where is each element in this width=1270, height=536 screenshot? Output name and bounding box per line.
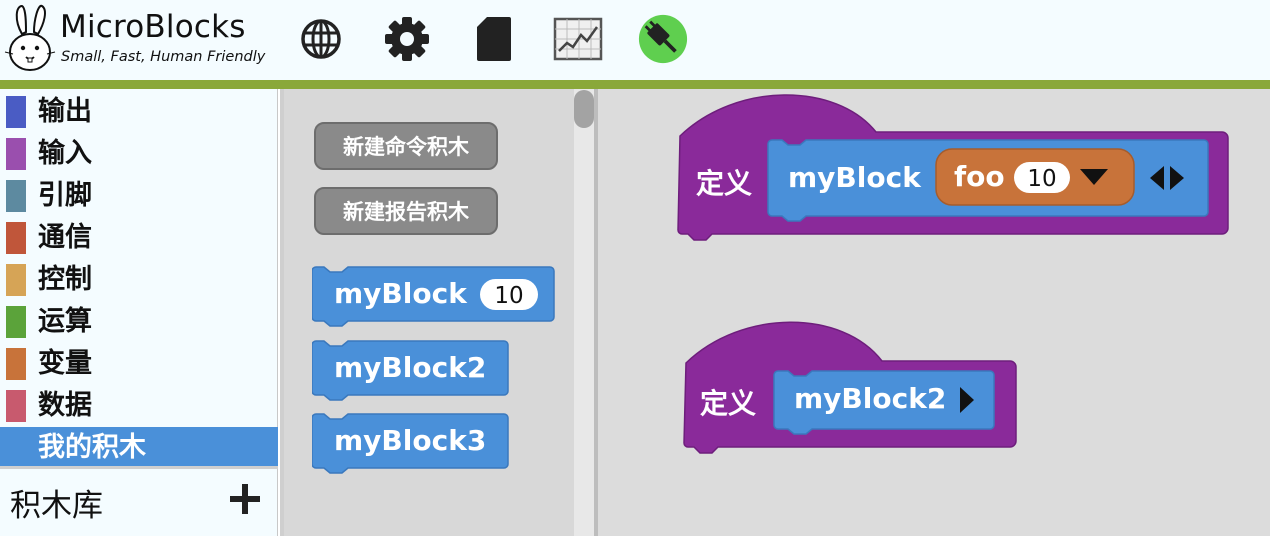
category-label: 运算 xyxy=(38,306,92,337)
block-label: myBlock3 xyxy=(334,424,486,457)
globe-icon xyxy=(301,19,341,59)
category-color-swatch xyxy=(6,390,26,422)
category-color-swatch xyxy=(6,264,26,296)
palette-block-myblock[interactable]: myBlock 10 xyxy=(312,265,562,329)
category-color-swatch xyxy=(6,348,26,380)
library-divider xyxy=(0,466,278,469)
category-label: 变量 xyxy=(38,348,92,379)
arg-value: 10 xyxy=(494,283,523,309)
graph-button[interactable] xyxy=(553,13,603,65)
usb-connected-icon xyxy=(638,14,688,64)
category-color-swatch xyxy=(6,432,26,464)
define-keyword: 定义 xyxy=(696,167,752,200)
library-label: 积木库 xyxy=(10,488,103,524)
block-label: myBlock xyxy=(334,277,468,310)
prototype-block[interactable]: myBlock foo 10 xyxy=(767,139,1209,222)
block-name: myBlock xyxy=(788,161,922,194)
define-keyword: 定义 xyxy=(700,387,756,420)
category-label: 输入 xyxy=(38,138,92,169)
new-reporter-block-button[interactable]: 新建报告积木 xyxy=(314,187,498,235)
parameter-default-value: 10 xyxy=(1027,166,1056,192)
category-label: 控制 xyxy=(38,264,92,295)
category-pins[interactable]: 引脚 xyxy=(0,175,278,214)
palette-scrollbar-track[interactable] xyxy=(574,89,594,536)
category-operators[interactable]: 运算 xyxy=(0,301,278,340)
palette-scrollbar-thumb[interactable] xyxy=(574,90,594,128)
connect-button[interactable] xyxy=(638,13,688,65)
block-name: myBlock2 xyxy=(794,382,946,415)
parameter-foo[interactable]: foo 10 xyxy=(935,148,1135,206)
category-output[interactable]: 输出 xyxy=(0,91,278,130)
category-variables[interactable]: 变量 xyxy=(0,343,278,382)
language-button[interactable] xyxy=(296,13,346,65)
file-icon xyxy=(477,17,511,61)
category-control[interactable]: 控制 xyxy=(0,259,278,298)
topbar-divider xyxy=(0,80,1270,89)
category-data[interactable]: 数据 xyxy=(0,385,278,424)
app-tagline: Small, Fast, Human Friendly xyxy=(61,49,266,65)
file-button[interactable] xyxy=(468,13,518,65)
top-bar: MicroBlocks Small, Fast, Human Friendly xyxy=(0,0,1270,80)
define-block-myblock2[interactable]: 定义 myBlock2 xyxy=(682,319,1022,457)
microblocks-logo xyxy=(4,4,56,71)
plus-icon xyxy=(230,484,260,514)
category-color-swatch xyxy=(6,96,26,128)
scripting-area[interactable]: 定义 myBlock foo 10 定义 myBlock2 xyxy=(598,89,1270,536)
category-input[interactable]: 输入 xyxy=(0,133,278,172)
block-label: myBlock2 xyxy=(334,351,486,384)
category-label: 数据 xyxy=(38,390,92,421)
category-label: 输出 xyxy=(38,96,92,127)
category-sidebar: 输出 输入 引脚 通信 控制 运算 变量 数据 我的积木 积木库 + xyxy=(0,89,278,536)
gear-icon xyxy=(385,17,429,61)
category-label: 通信 xyxy=(38,222,92,253)
category-color-swatch xyxy=(6,138,26,170)
parameter-name: foo xyxy=(954,160,1005,193)
new-command-block-button[interactable]: 新建命令积木 xyxy=(314,122,498,170)
add-library-button[interactable]: + xyxy=(228,482,262,516)
category-label: 引脚 xyxy=(38,180,92,211)
block-palette: 新建命令积木 新建报告积木 myBlock 10 myBlock2 myBloc… xyxy=(280,89,594,536)
category-color-swatch xyxy=(6,180,26,212)
category-comm[interactable]: 通信 xyxy=(0,217,278,256)
category-my-blocks[interactable]: 我的积木 xyxy=(0,427,278,466)
settings-button[interactable] xyxy=(382,13,432,65)
graph-icon xyxy=(553,17,603,61)
palette-block-myblock2[interactable]: myBlock2 xyxy=(312,339,518,403)
category-label: 我的积木 xyxy=(38,432,146,463)
category-color-swatch xyxy=(6,222,26,254)
prototype-block[interactable]: myBlock2 xyxy=(773,370,995,435)
define-block-myblock[interactable]: 定义 myBlock foo 10 xyxy=(676,92,1232,244)
category-color-swatch xyxy=(6,306,26,338)
app-title: MicroBlocks xyxy=(60,9,246,45)
palette-block-myblock3[interactable]: myBlock3 xyxy=(312,412,518,476)
